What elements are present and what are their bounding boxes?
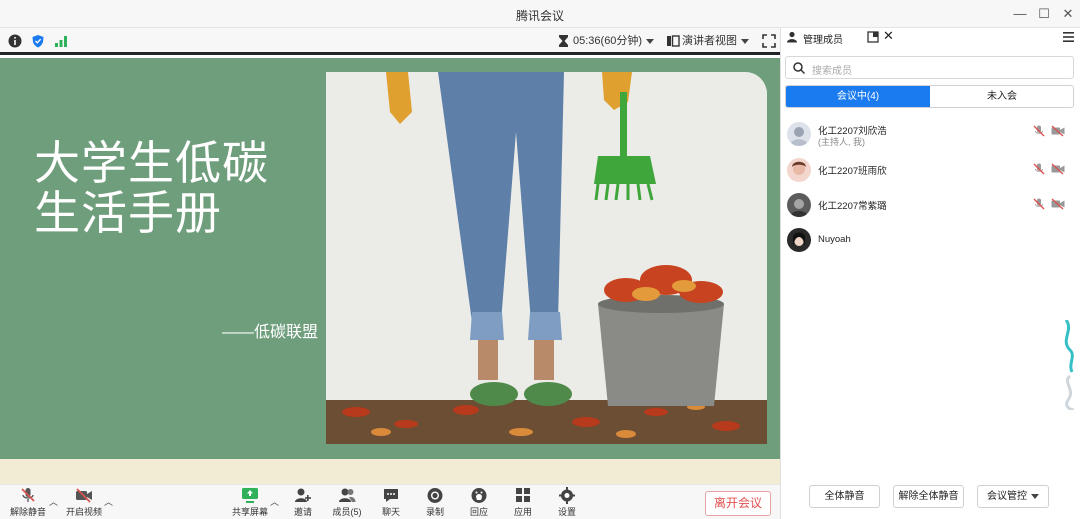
info-icon[interactable] — [8, 34, 22, 48]
mic-muted-icon[interactable] — [1033, 163, 1045, 175]
member-tabs: 会议中(4) 未入会 — [785, 85, 1074, 108]
slide-photo — [326, 72, 767, 444]
share-screen-button[interactable]: 共享屏幕 — [230, 487, 270, 518]
panel-close-icon[interactable]: ✕ — [883, 28, 894, 44]
pop-out-icon[interactable] — [867, 31, 879, 43]
video-options-chevron-icon[interactable]: ︿ — [104, 495, 113, 508]
record-label: 录制 — [425, 507, 444, 517]
record-button[interactable]: 录制 — [420, 487, 450, 518]
record-icon — [427, 488, 443, 503]
avatar — [787, 193, 811, 217]
leave-meeting-button[interactable]: 离开会议 — [705, 491, 771, 516]
meeting-window: 腾讯会议 — ☐ ✕ 05:36(60分钟) 演讲者视图 大学生低碳 生活手册 … — [0, 0, 1080, 519]
unmute-button[interactable]: 解除静音 — [8, 487, 48, 518]
search-icon — [793, 62, 805, 74]
shield-icon[interactable] — [31, 34, 45, 48]
shared-screen-slide: 大学生低碳 生活手册 ——低碳联盟 — [0, 58, 780, 484]
start-video-button[interactable]: 开启视频 — [64, 487, 104, 518]
mic-muted-icon — [21, 488, 35, 502]
window-title: 腾讯会议 — [515, 9, 564, 23]
apps-button[interactable]: 应用 — [508, 487, 538, 518]
share-screen-label: 共享屏幕 — [231, 507, 268, 517]
avatar — [787, 158, 811, 182]
chat-icon — [384, 489, 398, 502]
user-icon — [787, 31, 797, 43]
tab-in-meeting[interactable]: 会议中(4) — [786, 86, 930, 107]
member-name: 化工2207班雨欣 — [818, 166, 887, 177]
chevron-down-icon — [646, 38, 655, 44]
members-button[interactable]: 成员(5) — [330, 487, 364, 518]
apps-grid-icon — [516, 488, 530, 502]
reactions-button[interactable]: 回应 — [464, 487, 494, 518]
reactions-label: 回应 — [469, 507, 488, 517]
chat-button[interactable]: 聊天 — [376, 487, 406, 518]
settings-button[interactable]: 设置 — [552, 487, 582, 518]
edge-decoration-graphic — [1064, 320, 1075, 410]
member-row[interactable]: 化工2207班雨欣 — [781, 158, 1080, 194]
apps-label: 应用 — [513, 507, 532, 517]
member-name: 化工2207常紫璐 — [818, 201, 887, 212]
slide-title-line1: 大学生低碳 — [34, 137, 269, 189]
member-search-input[interactable]: 搜索成员 — [785, 56, 1074, 79]
timer-text: 05:36(60分钟) — [573, 35, 643, 47]
member-row[interactable]: 化工2207刘欣浩 (主持人, 我) — [781, 122, 1080, 158]
view-mode-label: 演讲者视图 — [682, 35, 737, 47]
chevron-down-icon — [741, 38, 749, 44]
meeting-control-label: 会议管控 — [987, 491, 1027, 502]
avatar — [787, 228, 811, 252]
fullscreen-icon[interactable] — [762, 34, 776, 48]
meeting-control-button[interactable]: 会议管控 — [977, 485, 1049, 508]
avatar — [787, 122, 811, 146]
member-management-panel: 管理成员 ✕ 搜索成员 会议中(4) 未入会 化工2207刘欣浩 (主持人, 我… — [780, 28, 1080, 519]
camera-off-icon[interactable] — [1051, 163, 1065, 175]
unmute-all-button[interactable]: 解除全体静音 — [893, 485, 964, 508]
camera-off-icon[interactable] — [1051, 125, 1065, 137]
menu-icon[interactable] — [1063, 32, 1074, 42]
camera-off-icon — [76, 488, 92, 503]
settings-label: 设置 — [557, 507, 576, 517]
chevron-down-icon — [1031, 493, 1039, 499]
meeting-timer[interactable]: 05:36(60分钟) — [573, 34, 655, 50]
member-name: Nuyoah — [818, 234, 851, 245]
speaker-view-icon — [667, 35, 680, 47]
gardener-photo-illustration — [326, 72, 767, 444]
start-video-label: 开启视频 — [65, 507, 102, 517]
invite-label: 邀请 — [293, 507, 312, 517]
slide-title-line2: 生活手册 — [34, 187, 222, 239]
view-mode-selector[interactable]: 演讲者视图 — [682, 34, 749, 50]
share-screen-icon — [242, 488, 258, 503]
slide-bottom-band — [0, 459, 780, 484]
signal-icon[interactable] — [54, 34, 68, 48]
minimize-icon[interactable]: — — [1010, 4, 1030, 24]
hourglass-icon — [559, 35, 568, 47]
maximize-icon[interactable]: ☐ — [1034, 4, 1054, 24]
panel-title: 管理成员 — [803, 35, 843, 46]
panel-header: 管理成员 ✕ — [781, 28, 1080, 48]
member-row[interactable]: 化工2207常紫璐 — [781, 193, 1080, 229]
search-placeholder: 搜索成员 — [812, 66, 852, 77]
meeting-top-toolbar: 05:36(60分钟) 演讲者视图 — [0, 28, 780, 55]
tab-not-joined[interactable]: 未入会 — [930, 86, 1073, 107]
unmute-label: 解除静音 — [9, 507, 46, 517]
member-role: (主持人, 我) — [818, 137, 865, 147]
camera-off-icon[interactable] — [1051, 198, 1065, 210]
members-label: 成员(5) — [332, 507, 362, 517]
mic-muted-icon[interactable] — [1033, 125, 1045, 137]
slide-title: 大学生低碳 生活手册 — [34, 138, 269, 238]
share-options-chevron-icon[interactable]: ︿ — [270, 495, 279, 508]
reaction-hand-icon — [471, 488, 487, 503]
meeting-bottom-toolbar: 解除静音 ︿ 开启视频 ︿ 共享屏幕 ︿ 邀请 成员(5) 聊天 录制 回应 应… — [0, 484, 780, 519]
mic-muted-icon[interactable] — [1033, 198, 1045, 210]
audio-options-chevron-icon[interactable]: ︿ — [49, 495, 58, 508]
members-icon — [339, 488, 356, 502]
invite-user-icon — [295, 488, 311, 502]
mute-all-button[interactable]: 全体静音 — [809, 485, 880, 508]
invite-button[interactable]: 邀请 — [288, 487, 318, 518]
close-icon[interactable]: ✕ — [1058, 4, 1078, 24]
title-bar: 腾讯会议 — ☐ ✕ — [0, 0, 1080, 28]
gear-icon — [559, 487, 575, 504]
slide-subtitle: ——低碳联盟 — [222, 324, 319, 341]
chat-label: 聊天 — [381, 507, 400, 517]
member-row[interactable]: Nuyoah — [781, 228, 1080, 264]
